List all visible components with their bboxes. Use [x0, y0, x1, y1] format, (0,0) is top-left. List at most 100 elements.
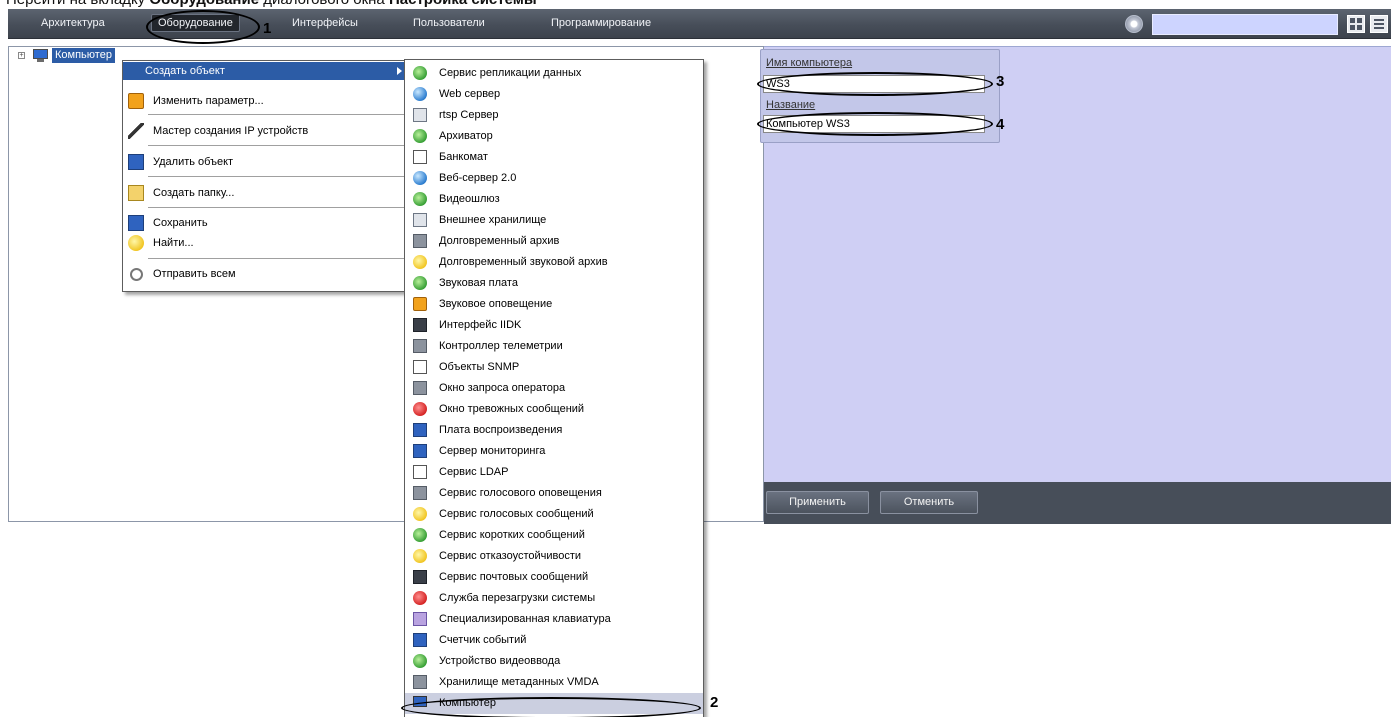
menu-item-delete-object[interactable]: Удалить объект [123, 153, 408, 171]
menu-item-label: Удалить объект [153, 156, 234, 168]
submenu-item-label: Сервис отказоустойчивости [439, 550, 582, 562]
submenu-item[interactable]: Счетчик событий [405, 630, 703, 651]
mail-icon [413, 570, 427, 584]
submenu-item[interactable]: Видеошлюз [405, 189, 703, 210]
submenu-item[interactable]: Веб-сервер 2.0 [405, 168, 703, 189]
submenu-item-label: rtsp Сервер [439, 109, 499, 121]
save-icon [128, 215, 144, 231]
submenu-item-label: Контроллер телеметрии [439, 340, 563, 352]
tab-users[interactable]: Пользователи [413, 17, 485, 29]
submenu-item[interactable]: Звуковое оповещение [405, 294, 703, 315]
submenu-item-label: Служба перезагрузки системы [439, 592, 596, 604]
menu-item-save[interactable]: Сохранить [123, 214, 408, 232]
submenu-item[interactable]: Сервис голосового оповещения [405, 483, 703, 504]
submenu-item[interactable]: Контроллер телеметрии [405, 336, 703, 357]
submenu-item[interactable]: rtsp Сервер [405, 105, 703, 126]
menu-item-label: Мастер создания IP устройств [153, 125, 309, 137]
menu-item-find[interactable]: Найти... [123, 234, 408, 252]
submenu-item[interactable]: Внешнее хранилище [405, 210, 703, 231]
camera-icon[interactable] [1125, 15, 1143, 33]
grid-view-icon[interactable] [1347, 15, 1365, 33]
submenu-item[interactable]: Долговременный архив [405, 231, 703, 252]
submenu-item[interactable]: Объекты SNMP [405, 357, 703, 378]
submenu-item-label: Звуковая плата [439, 277, 518, 289]
menu-separator [148, 207, 406, 208]
submenu-item[interactable]: Сервис коротких сообщений [405, 525, 703, 546]
cancel-button[interactable]: Отменить [880, 491, 978, 514]
submenu-item-label: Специализированная клавиатура [439, 613, 611, 625]
menu-item-send-to-all[interactable]: Отправить всем [123, 265, 408, 283]
callout-number-1: 1 [263, 20, 272, 37]
callout-display-name [757, 112, 993, 136]
iidk-icon [413, 318, 427, 332]
submenu-item[interactable]: Звуковая плата [405, 273, 703, 294]
menu-item-label: Отправить всем [153, 268, 236, 280]
search-input[interactable] [1152, 14, 1338, 35]
callout-computer-name [757, 72, 993, 96]
submenu-item[interactable]: Сервис LDAP [405, 462, 703, 483]
sms-icon [413, 528, 427, 542]
submenu-item-label: Долговременный звуковой архив [439, 256, 608, 268]
atm-icon [413, 150, 427, 164]
submenu-item[interactable]: Служба перезагрузки системы [405, 588, 703, 609]
tab-programming[interactable]: Программирование [551, 17, 651, 29]
menu-item-create-object[interactable]: Создать объект [123, 62, 408, 80]
submenu-item[interactable]: Окно тревожных сообщений [405, 399, 703, 420]
menu-item-label: Найти... [153, 237, 194, 249]
long-term-archive-icon [413, 234, 427, 248]
replication-icon [413, 66, 427, 80]
submenu-item-label: Веб-сервер 2.0 [439, 172, 517, 184]
submenu-item[interactable]: Окно запроса оператора [405, 378, 703, 399]
submenu-item[interactable]: Плата воспроизведения [405, 420, 703, 441]
voice-alert-icon [413, 486, 427, 500]
submenu-item[interactable]: Web сервер [405, 84, 703, 105]
menu-item-label: Изменить параметр... [153, 95, 264, 107]
menu-item-create-folder[interactable]: Создать папку... [123, 184, 408, 202]
computer-name-label: Имя компьютера [766, 57, 853, 69]
telemetry-icon [413, 339, 427, 353]
callout-number-2: 2 [710, 694, 719, 711]
tab-interfaces[interactable]: Интерфейсы [292, 17, 358, 29]
submenu-item[interactable]: Сервис голосовых сообщений [405, 504, 703, 525]
callout-equipment-tab [146, 10, 260, 44]
submenu-item-label: Web сервер [439, 88, 501, 100]
submenu-item[interactable]: Сервис почтовых сообщений [405, 567, 703, 588]
external-storage-icon [413, 213, 427, 227]
submenu-item[interactable]: Банкомат [405, 147, 703, 168]
submenu-item[interactable]: Интерфейс IIDK [405, 315, 703, 336]
tree-expand-toggle[interactable]: + [18, 52, 25, 59]
tab-architecture[interactable]: Архитектура [41, 17, 105, 29]
submenu-item-label: Архиватор [439, 130, 493, 142]
operator-request-icon [413, 381, 427, 395]
submenu-item-label: Окно запроса оператора [439, 382, 566, 394]
submenu-item-label: Объекты SNMP [439, 361, 520, 373]
submenu-item[interactable]: Сервер мониторинга [405, 441, 703, 462]
submenu-item-label: Сервис голосового оповещения [439, 487, 602, 499]
menu-item-label: Создать объект [145, 65, 225, 77]
submenu-item-label: Сервис голосовых сообщений [439, 508, 594, 520]
menu-item-ip-wizard[interactable]: Мастер создания IP устройств [123, 122, 408, 140]
submenu-item[interactable]: Специализированная клавиатура [405, 609, 703, 630]
submenu-item[interactable]: Долговременный звуковой архив [405, 252, 703, 273]
keyboard-icon [413, 612, 427, 626]
submenu-item[interactable]: Сервис отказоустойчивости [405, 546, 703, 567]
failover-icon [413, 549, 427, 563]
submenu-item[interactable]: Хранилище метаданных VMDA [405, 672, 703, 693]
submenu-item[interactable]: Архиватор [405, 126, 703, 147]
submenu-item[interactable]: Устройство видеоввода [405, 651, 703, 672]
monitoring-server-icon [413, 444, 427, 458]
sound-alert-icon [413, 297, 427, 311]
submenu-item[interactable]: Сервис репликации данных [405, 63, 703, 84]
menu-item-label: Сохранить [153, 217, 208, 229]
list-view-icon[interactable] [1370, 15, 1388, 33]
submenu-item-label: Сервис репликации данных [439, 67, 582, 79]
menu-item-edit-parameter[interactable]: Изменить параметр... [123, 92, 408, 110]
apply-button[interactable]: Применить [766, 491, 869, 514]
wand-icon [128, 123, 144, 139]
menu-separator [148, 176, 406, 177]
video-gateway-icon [413, 192, 427, 206]
computer-icon [33, 49, 48, 62]
submenu-item-label: Сервис LDAP [439, 466, 509, 478]
playback-board-icon [413, 423, 427, 437]
tree-node-computer[interactable]: Компьютер [52, 48, 115, 63]
